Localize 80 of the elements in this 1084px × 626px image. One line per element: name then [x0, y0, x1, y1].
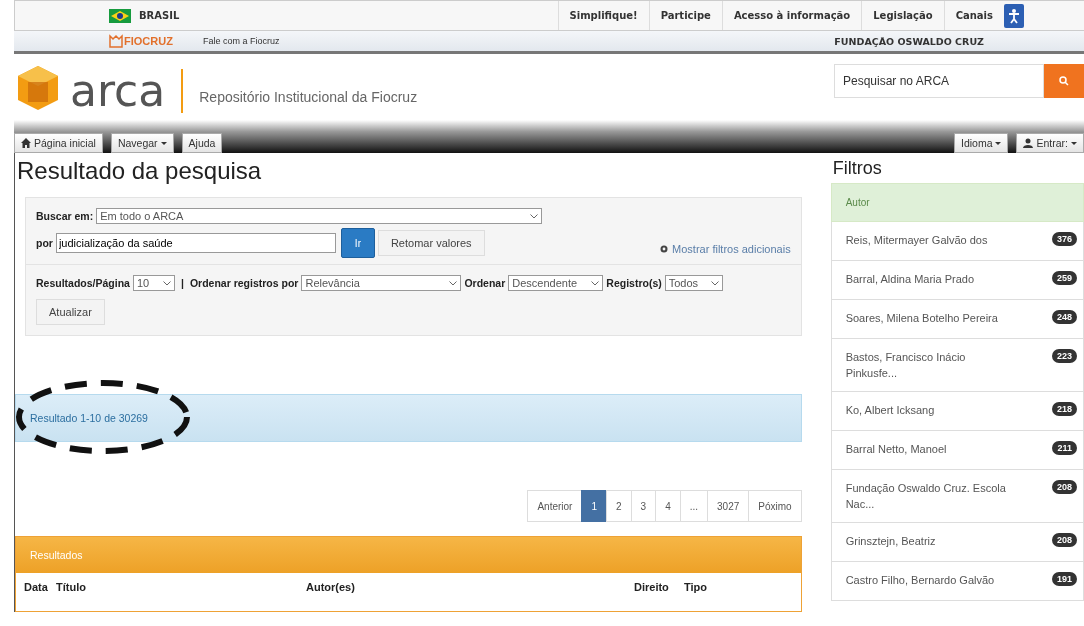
filter-item[interactable]: Soares, Milena Botelho Pereira 248 — [830, 300, 1084, 339]
reset-button[interactable]: Retomar valores — [377, 230, 485, 256]
option-label: Ordenar — [464, 277, 506, 289]
scope-label: Buscar em: — [36, 210, 94, 222]
chevron-down-icon — [162, 280, 171, 286]
home-icon — [21, 138, 31, 148]
filter-item[interactable]: Bastos, Francisco Inácio Pinkusfe... 223 — [830, 339, 1084, 392]
page-button[interactable]: 1 — [581, 490, 607, 522]
count-badge: 376 — [1051, 232, 1077, 246]
count-badge: 211 — [1052, 441, 1077, 455]
chevron-down-icon — [591, 280, 600, 286]
update-button[interactable]: Atualizar — [36, 299, 105, 325]
column-header: Direito — [634, 581, 670, 595]
query-field[interactable]: judicialização da saúde — [55, 233, 336, 253]
column-header: Autor(es) — [306, 581, 356, 595]
filter-item[interactable]: Barral, Aldina Maria Prado 259 — [830, 261, 1084, 300]
nav-button[interactable]: Navegar — [110, 133, 174, 153]
column-header: Data — [24, 581, 49, 595]
count-badge: 208 — [1051, 533, 1077, 547]
filter-item[interactable]: Ko, Albert Icksang 218 — [830, 392, 1084, 431]
page-button[interactable]: Anterior — [527, 490, 583, 522]
filter-item[interactable]: Fundação Oswaldo Cruz. Escola Nac... 208 — [830, 470, 1084, 523]
column-header: Tipo — [684, 581, 707, 595]
option-label: Registro(s) — [606, 277, 662, 289]
country-label[interactable]: BRASIL — [139, 10, 180, 21]
filter-item[interactable]: Castro Filho, Bernardo Galvão 191 — [830, 562, 1084, 601]
gov-link[interactable]: Legislação — [861, 1, 944, 30]
option-select[interactable]: Todos — [664, 275, 723, 291]
nav-button[interactable]: Idioma — [953, 133, 1009, 153]
page-title: Resultado da pesquisa — [16, 157, 263, 185]
option-select[interactable]: Relevância — [301, 275, 462, 291]
separator: | — [180, 277, 184, 289]
scope-select[interactable]: Em todo o ARCA — [96, 208, 543, 224]
gov-link[interactable]: Acesso à informação — [721, 1, 862, 30]
filter-item[interactable]: Grinsztejn, Beatriz 208 — [830, 523, 1084, 562]
count-badge: 248 — [1051, 310, 1077, 324]
organization-name: FUNDAÇÃO OSWALDO CRUZ — [834, 35, 985, 47]
count-badge: 218 — [1051, 402, 1077, 416]
chevron-down-icon — [710, 280, 719, 286]
caret-icon — [1071, 141, 1077, 145]
site-subtitle: Repositório Institucional da Fiocruz — [198, 89, 418, 105]
nav-button[interactable]: Ajuda — [181, 133, 223, 153]
count-badge: 223 — [1051, 349, 1077, 363]
gov-link[interactable]: Participe — [648, 1, 722, 30]
search-field[interactable]: Pesquisar no ARCA — [834, 64, 1044, 98]
query-label: por — [36, 237, 53, 249]
page-button[interactable]: Póximo — [748, 490, 802, 522]
go-button[interactable]: Ir — [340, 228, 375, 258]
filter-item[interactable]: Reis, Mitermayer Galvão dos 376 — [830, 222, 1084, 261]
filter-section-header: Autor — [830, 183, 1084, 222]
count-badge: 191 — [1051, 572, 1077, 586]
search-icon — [1059, 76, 1069, 86]
result-summary: Resultado 1-10 de 30269 — [30, 412, 148, 424]
count-badge: 208 — [1051, 480, 1077, 494]
panel-header: Resultados — [16, 537, 801, 573]
user-icon — [1023, 138, 1034, 148]
contact-link[interactable]: Fale com a Fiocruz — [202, 36, 280, 46]
more-filters-link[interactable]: Mostrar filtros adicionais — [659, 243, 791, 255]
nav-button[interactable]: Página inicial — [14, 133, 103, 153]
option-select[interactable]: 10 — [132, 275, 175, 291]
filter-item[interactable]: Barral Netto, Manoel 211 — [830, 431, 1084, 470]
caret-icon — [995, 141, 1002, 145]
page-button[interactable]: 4 — [655, 490, 681, 522]
option-label: Ordenar registros por — [189, 277, 299, 289]
nav-button[interactable]: Entrar: — [1016, 133, 1084, 153]
option-label: Resultados/Página — [36, 277, 130, 289]
arca-logo[interactable]: arca — [70, 69, 184, 113]
count-badge: 259 — [1051, 271, 1077, 285]
flag-icon — [109, 8, 131, 23]
filters-title: Filtros — [831, 157, 883, 180]
accessibility-icon[interactable] — [1004, 3, 1024, 28]
page-button[interactable]: 2 — [606, 490, 632, 522]
option-select[interactable]: Descendente — [508, 275, 604, 291]
chevron-down-icon — [530, 213, 539, 219]
page-button[interactable]: 3027 — [707, 490, 750, 522]
chevron-down-icon — [449, 280, 458, 286]
caret-icon — [160, 141, 167, 145]
column-header: Título — [56, 581, 87, 595]
gov-link[interactable]: Simplifique! — [557, 1, 649, 30]
page-button[interactable]: 3 — [630, 490, 657, 522]
